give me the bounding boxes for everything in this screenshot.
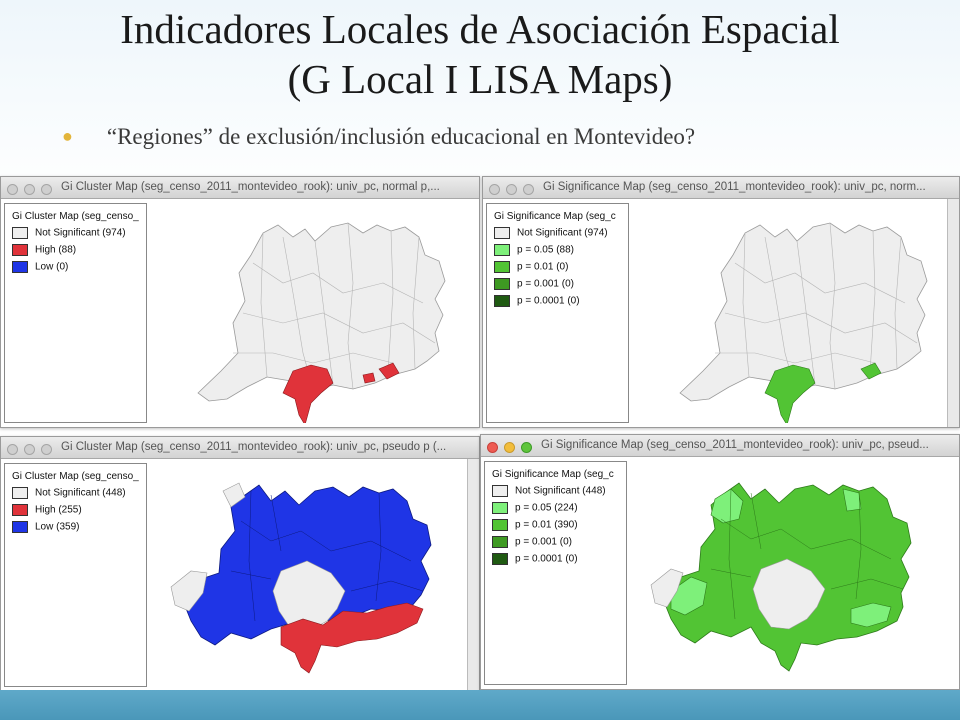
choropleth-map[interactable] <box>151 461 465 687</box>
legend-item-high[interactable]: High (255) <box>12 504 82 517</box>
bullet-text: “Regiones” de exclusión/inclusión educac… <box>106 124 696 149</box>
legend-swatch <box>12 487 28 499</box>
legend-title: Gi Significance Map (seg_c <box>494 211 616 222</box>
legend-item-p-001[interactable]: p = 0.01 (0) <box>494 261 568 274</box>
map-legend: Gi Significance Map (seg_c Not Significa… <box>486 203 629 423</box>
map-high-cluster-east-2 <box>362 372 376 384</box>
legend-item-p-005[interactable]: p = 0.05 (88) <box>494 244 574 257</box>
montevideo-map[interactable] <box>631 459 955 685</box>
window-controls <box>7 442 58 458</box>
map-legend: Gi Cluster Map (seg_censo_ Not Significa… <box>4 463 147 687</box>
window-title: Gi Cluster Map (seg_censo_2011_montevide… <box>61 181 440 193</box>
window-titlebar[interactable]: Gi Cluster Map (seg_censo_2011_montevide… <box>1 177 479 199</box>
legend-item-not-significant[interactable]: Not Significant (974) <box>494 227 608 240</box>
window-titlebar[interactable]: Gi Significance Map (seg_censo_2011_mont… <box>481 435 959 457</box>
legend-item-not-significant[interactable]: Not Significant (448) <box>12 487 126 500</box>
legend-swatch <box>494 244 510 256</box>
legend-item-high[interactable]: High (88) <box>12 244 76 257</box>
legend-swatch <box>492 553 508 565</box>
window-controls <box>489 182 540 198</box>
legend-item-low[interactable]: Low (359) <box>12 521 79 534</box>
significance-map-window-pseudo[interactable]: Gi Significance Map (seg_censo_2011_mont… <box>480 434 960 690</box>
significance-map-window-normal[interactable]: Gi Significance Map (seg_censo_2011_mont… <box>482 176 960 428</box>
minimize-button-icon[interactable] <box>506 184 517 195</box>
slide-title-line-2: (G Local I LISA Maps) <box>287 56 673 102</box>
legend-swatch <box>494 261 510 273</box>
window-controls <box>7 182 58 198</box>
choropleth-map[interactable] <box>633 201 945 423</box>
minimize-button-icon[interactable] <box>24 444 35 455</box>
window-title: Gi Significance Map (seg_censo_2011_mont… <box>541 439 929 451</box>
legend-swatch <box>12 227 28 239</box>
legend-item-not-significant[interactable]: Not Significant (448) <box>492 485 606 498</box>
window-scroll-strip[interactable] <box>467 459 479 691</box>
legend-item-p-001[interactable]: p = 0.01 (390) <box>492 519 578 532</box>
legend-item-p-0001[interactable]: p = 0.001 (0) <box>492 536 572 549</box>
zoom-button-icon[interactable] <box>41 184 52 195</box>
legend-swatch <box>12 504 28 516</box>
minimize-button-icon[interactable] <box>504 442 515 453</box>
window-controls <box>487 440 538 456</box>
legend-swatch <box>494 278 510 290</box>
window-title: Gi Significance Map (seg_censo_2011_mont… <box>543 181 926 193</box>
bullet-dot-icon: ● <box>62 126 73 146</box>
map-legend: Gi Significance Map (seg_c Not Significa… <box>484 461 627 685</box>
close-button-icon[interactable] <box>7 184 18 195</box>
montevideo-map[interactable] <box>151 461 463 687</box>
window-titlebar[interactable]: Gi Significance Map (seg_censo_2011_mont… <box>483 177 959 199</box>
zoom-button-icon[interactable] <box>521 442 532 453</box>
legend-item-low[interactable]: Low (0) <box>12 261 68 274</box>
window-scroll-strip[interactable] <box>947 199 959 427</box>
legend-title: Gi Cluster Map (seg_censo_ <box>12 211 139 222</box>
zoom-button-icon[interactable] <box>41 444 52 455</box>
montevideo-map[interactable] <box>633 201 943 423</box>
close-button-icon[interactable] <box>7 444 18 455</box>
footer-bar <box>0 690 960 720</box>
legend-swatch <box>494 295 510 307</box>
cluster-map-window-normal[interactable]: Gi Cluster Map (seg_censo_2011_montevide… <box>0 176 480 428</box>
close-button-icon[interactable] <box>487 442 498 453</box>
slide-title-line-1: Indicadores Locales de Asociación Espaci… <box>120 6 840 52</box>
cluster-map-window-pseudo[interactable]: Gi Cluster Map (seg_censo_2011_montevide… <box>0 436 480 692</box>
montevideo-map[interactable] <box>151 201 475 423</box>
legend-title: Gi Significance Map (seg_c <box>492 469 614 480</box>
bullet-point: ● “Regiones” de exclusión/inclusión educa… <box>62 122 942 153</box>
legend-swatch <box>492 502 508 514</box>
legend-title: Gi Cluster Map (seg_censo_ <box>12 471 139 482</box>
window-titlebar[interactable]: Gi Cluster Map (seg_censo_2011_montevide… <box>1 437 479 459</box>
choropleth-map[interactable] <box>631 459 955 685</box>
legend-swatch <box>12 521 28 533</box>
legend-swatch <box>494 227 510 239</box>
close-button-icon[interactable] <box>489 184 500 195</box>
legend-item-not-significant[interactable]: Not Significant (974) <box>12 227 126 240</box>
legend-item-p-0001[interactable]: p = 0.001 (0) <box>494 278 574 291</box>
slide-title: Indicadores Locales de Asociación Espaci… <box>0 4 960 104</box>
minimize-button-icon[interactable] <box>24 184 35 195</box>
legend-item-p-005[interactable]: p = 0.05 (224) <box>492 502 578 515</box>
zoom-button-icon[interactable] <box>523 184 534 195</box>
map-legend: Gi Cluster Map (seg_censo_ Not Significa… <box>4 203 147 423</box>
choropleth-map[interactable] <box>151 201 475 423</box>
legend-swatch <box>492 485 508 497</box>
legend-swatch <box>492 536 508 548</box>
legend-swatch <box>12 261 28 273</box>
legend-item-p-00001[interactable]: p = 0.0001 (0) <box>492 553 578 566</box>
legend-swatch <box>492 519 508 531</box>
window-title: Gi Cluster Map (seg_censo_2011_montevide… <box>61 441 447 453</box>
legend-swatch <box>12 244 28 256</box>
legend-item-p-00001[interactable]: p = 0.0001 (0) <box>494 295 580 308</box>
